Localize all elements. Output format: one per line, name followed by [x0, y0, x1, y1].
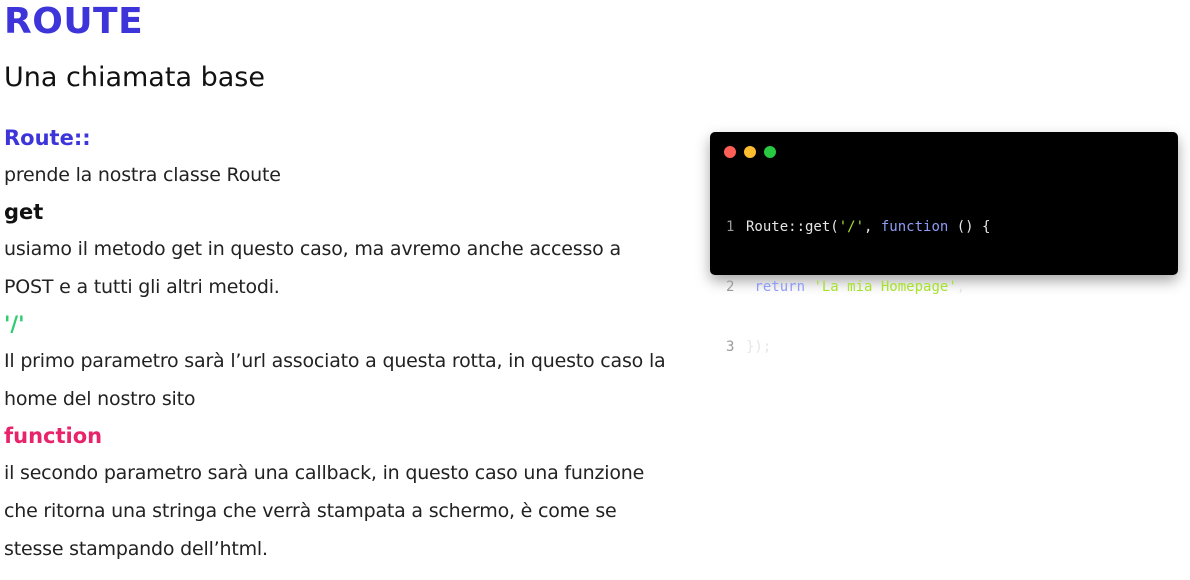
- page-title: ROUTE: [4, 1, 144, 42]
- code-keyword: function: [880, 219, 949, 235]
- term-slash: '/': [4, 312, 25, 336]
- code-keyword: return: [754, 279, 806, 295]
- code-line: 3});: [726, 337, 990, 357]
- line-number: 3: [726, 339, 735, 355]
- code-token: ;: [956, 279, 966, 295]
- code-string: 'La mia Homepage': [813, 279, 957, 295]
- term-function: function: [4, 424, 103, 448]
- term-route: Route::: [4, 126, 91, 150]
- code-token: () {: [948, 219, 991, 235]
- description-slash: Il primo parametro sarà l’url associato …: [4, 350, 666, 410]
- code-token: Route::get(: [746, 219, 839, 235]
- code-token: });: [746, 339, 772, 355]
- description-function: il secondo parametro sarà una callback, …: [4, 462, 645, 560]
- code-token: ,: [864, 219, 881, 235]
- green-dot-icon: [764, 146, 776, 158]
- yellow-dot-icon: [744, 146, 756, 158]
- description-route: prende la nostra classe Route: [4, 164, 281, 186]
- description-get: usiamo il metodo get in questo caso, ma …: [4, 238, 621, 298]
- code-line: 2 return 'La mia Homepage';: [726, 277, 990, 297]
- code-block: 1 Route::get('/', function () { 2 return …: [726, 177, 990, 397]
- code-line: 1 Route::get('/', function () {: [726, 217, 990, 237]
- red-dot-icon: [724, 146, 736, 158]
- term-get: get: [4, 200, 44, 224]
- code-string: '/': [838, 219, 865, 235]
- page-subtitle: Una chiamata base: [4, 62, 265, 93]
- line-number: 1: [726, 219, 735, 235]
- explanation-content: Route:: prende la nostra classe Route ge…: [4, 120, 674, 568]
- code-window: 1 Route::get('/', function () { 2 return …: [710, 132, 1178, 355]
- line-number: 2: [726, 279, 735, 295]
